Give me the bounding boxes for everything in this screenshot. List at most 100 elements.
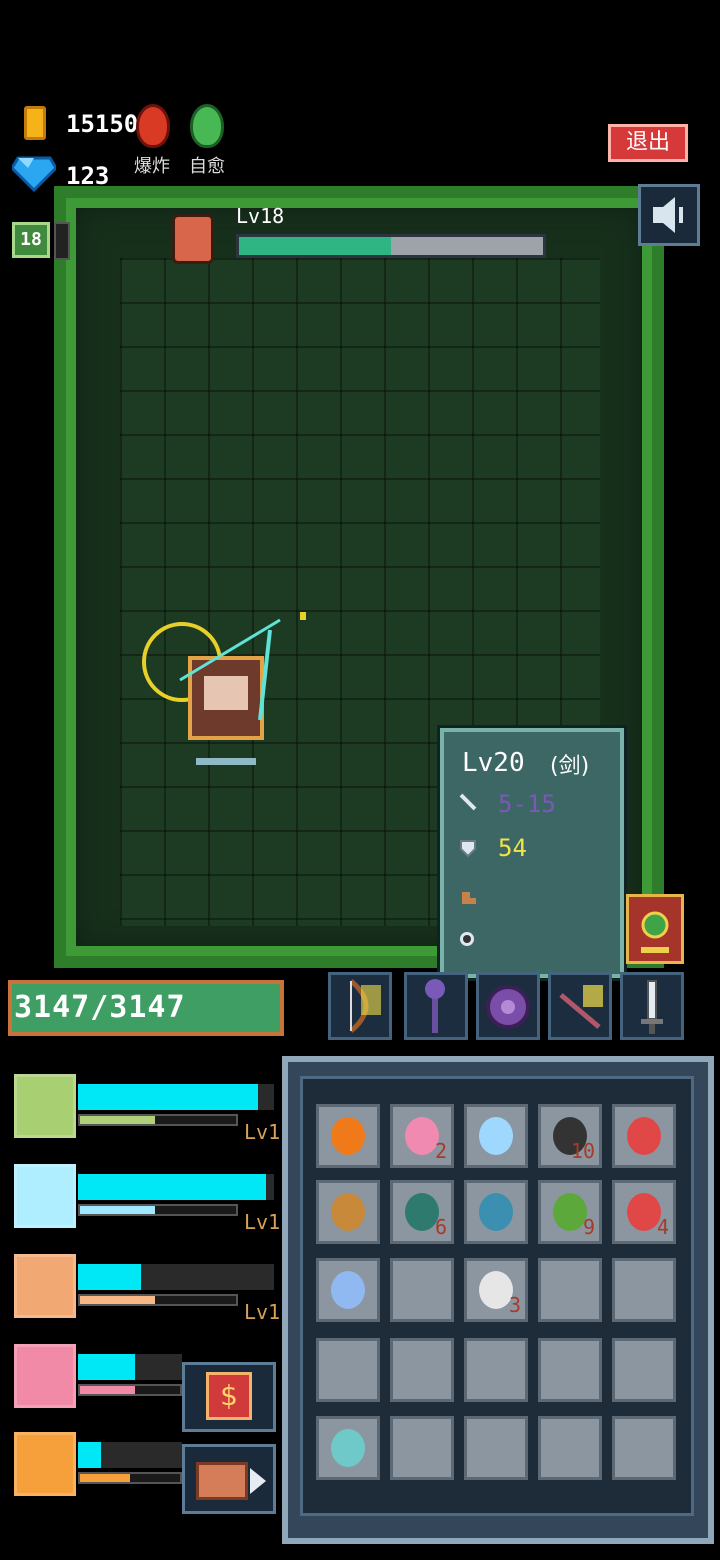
boss-hp-bar — [236, 234, 546, 258]
equip-slot-shield[interactable] — [476, 972, 540, 1040]
inventory-slot[interactable]: 2 — [390, 1104, 454, 1168]
axe-staff-icon — [425, 979, 445, 1033]
bow-skill-xp — [80, 1116, 155, 1124]
chest-icon — [196, 1462, 248, 1500]
inventory-slot[interactable]: 3 — [464, 1258, 528, 1322]
inventory-slot[interactable] — [464, 1416, 528, 1480]
red-potion-icon — [627, 1117, 661, 1155]
staff-skill-icon[interactable] — [14, 1164, 76, 1228]
bow-icon — [349, 979, 381, 1033]
inventory-slot[interactable]: 10 — [538, 1104, 602, 1168]
green-bottle-icon — [405, 1193, 439, 1231]
dollar-icon: $ — [206, 1372, 252, 1420]
magic-wand-icon — [331, 1271, 365, 1309]
staff-skill-xp — [80, 1206, 155, 1214]
inventory-slot[interactable] — [538, 1416, 602, 1480]
fire-skill-xp — [80, 1474, 130, 1482]
inventory-slot[interactable] — [612, 1416, 676, 1480]
boss-portrait — [172, 214, 214, 264]
inventory-slot[interactable]: 4 — [612, 1180, 676, 1244]
tooltip-defense: 54 — [498, 834, 527, 862]
boss-level: Lv18 — [236, 204, 285, 228]
item-count: 10 — [570, 1139, 595, 1163]
boot-stat-icon — [462, 892, 476, 904]
inventory-slot[interactable] — [612, 1338, 676, 1402]
blue-vial-icon — [479, 1193, 513, 1231]
equip-slot-sword[interactable] — [620, 972, 684, 1040]
inventory-slot[interactable] — [464, 1180, 528, 1244]
inventory-slot[interactable] — [316, 1258, 380, 1322]
equip-slot-staff[interactable] — [404, 972, 468, 1040]
inventory-slot[interactable] — [538, 1338, 602, 1402]
diamond-icon — [12, 156, 56, 192]
inventory-slot[interactable] — [390, 1258, 454, 1322]
inventory-slot[interactable] — [612, 1258, 676, 1322]
ice-axe-icon — [479, 1117, 513, 1155]
inventory-slot[interactable] — [464, 1104, 528, 1168]
green-jar-icon — [553, 1193, 587, 1231]
wand-skill-progress — [78, 1354, 135, 1380]
inventory-slot[interactable] — [316, 1416, 380, 1480]
slash-effect — [179, 612, 306, 721]
pink-tome-icon — [405, 1117, 439, 1155]
shield-skill-xp — [80, 1296, 155, 1304]
inventory-slot[interactable] — [538, 1258, 602, 1322]
staff-skill-progress — [78, 1174, 266, 1200]
equip-slot-bow[interactable] — [328, 972, 392, 1040]
item-count: 9 — [582, 1215, 595, 1239]
staff-skill-level: Lv1 — [244, 1210, 281, 1234]
spellbook-button[interactable] — [626, 894, 684, 964]
bow-skill-icon[interactable] — [14, 1074, 76, 1138]
boss-hp-fill — [239, 237, 391, 255]
wand-skill-icon[interactable] — [14, 1344, 76, 1408]
inventory-slot[interactable] — [316, 1180, 380, 1244]
tooltip-type: (剑) — [550, 754, 590, 779]
shield-skill-icon[interactable] — [14, 1254, 76, 1318]
inventory-slot[interactable] — [390, 1338, 454, 1402]
equip-slot-wand[interactable] — [548, 972, 612, 1040]
bow-skill-level: Lv1 — [244, 1120, 281, 1144]
bomb-egg-icon[interactable] — [136, 104, 170, 148]
fire-skill-progress — [78, 1442, 101, 1468]
heal-label: 自愈 — [189, 156, 225, 177]
wand-skill-xp — [80, 1386, 135, 1394]
gourd-icon — [331, 1193, 365, 1231]
inventory-slot[interactable] — [316, 1104, 380, 1168]
bomb-label: 爆炸 — [134, 156, 170, 177]
sound-button[interactable] — [638, 184, 700, 246]
bomb-stat-icon — [460, 932, 474, 946]
item-count: 3 — [508, 1293, 521, 1317]
inventory-slot[interactable]: 6 — [390, 1180, 454, 1244]
white-potion-icon — [479, 1271, 513, 1309]
arrow-right-icon — [250, 1468, 266, 1494]
item-count: 6 — [434, 1215, 447, 1239]
inventory-slot[interactable] — [316, 1338, 380, 1402]
hero-health-bar — [196, 758, 256, 765]
tooltip-attack: 5-15 — [498, 790, 556, 818]
fire-skill-icon[interactable] — [14, 1432, 76, 1496]
crystal-sword-icon — [331, 1429, 365, 1467]
item-count: 2 — [434, 1139, 447, 1163]
inventory-slot[interactable] — [390, 1416, 454, 1480]
player-hp-text: 3147/3147 — [14, 990, 186, 1025]
gold-count: 15150 — [66, 110, 139, 138]
player-level-badge: 18 — [12, 222, 50, 258]
inventory-slot[interactable] — [464, 1338, 528, 1402]
bow-skill-progress — [78, 1084, 258, 1110]
tooltip-level: Lv20 — [462, 748, 525, 778]
speaker-icon — [653, 197, 683, 233]
inventory-slot[interactable] — [612, 1104, 676, 1168]
inventory-slot[interactable]: 9 — [538, 1180, 602, 1244]
shield-stat-icon — [460, 840, 476, 858]
sword-icon — [641, 980, 663, 1034]
heal-egg-icon[interactable] — [190, 104, 224, 148]
wand-icon — [559, 985, 603, 1029]
spellbook-icon — [641, 911, 669, 953]
gold-coin-icon — [24, 106, 46, 140]
exit-button[interactable]: 退出 — [608, 124, 688, 162]
level-meter — [54, 222, 70, 260]
orange-orb-icon — [331, 1117, 365, 1155]
round-shield-icon — [486, 985, 530, 1029]
small-red-potion-icon — [627, 1193, 661, 1231]
sword-stat-icon — [459, 793, 477, 811]
